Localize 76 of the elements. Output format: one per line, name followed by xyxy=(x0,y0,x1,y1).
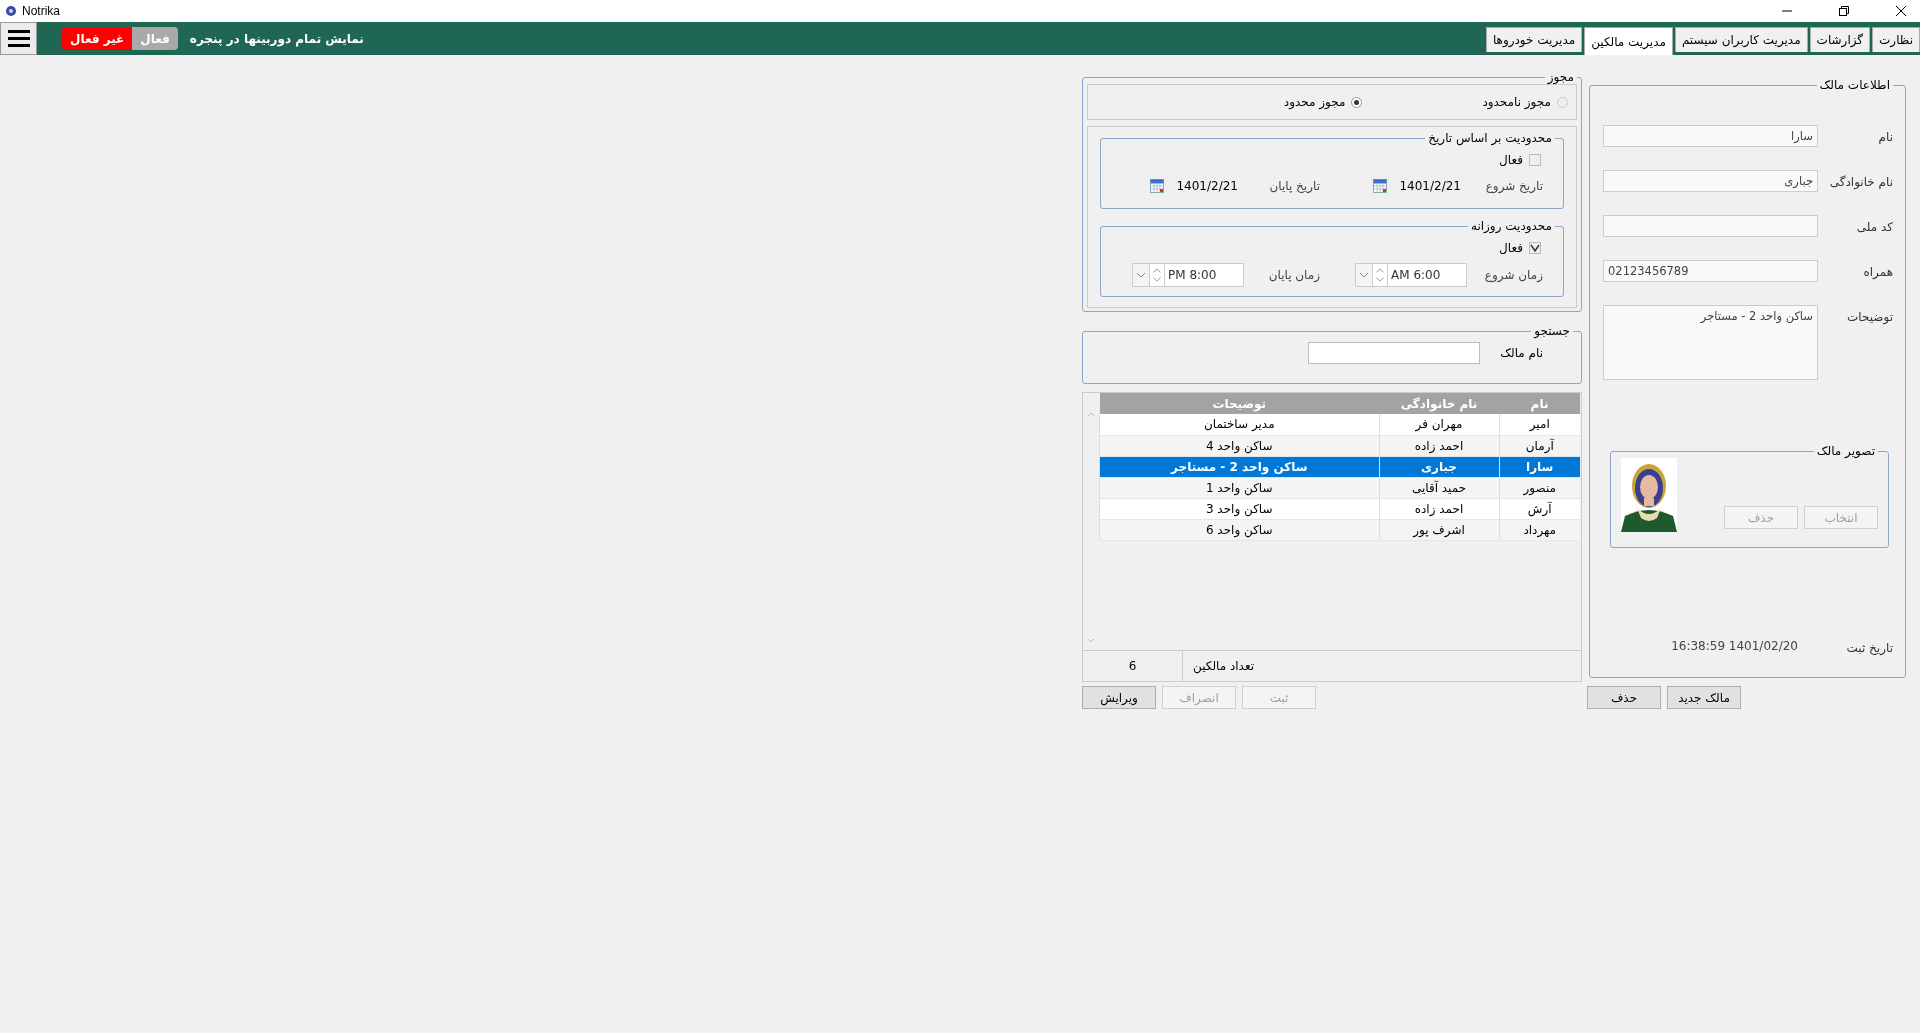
field-label: نام مالک xyxy=(1500,346,1543,360)
tab[interactable]: گزارشات xyxy=(1809,27,1871,52)
field-label: کد ملی xyxy=(1855,219,1893,234)
button[interactable]: حذف xyxy=(1587,686,1661,709)
table-cell: جباری xyxy=(1379,456,1499,477)
toolbar-label: نمایش تمام دوربینها در پنجره xyxy=(189,31,364,46)
option-label: مجوز محدود xyxy=(1283,95,1346,109)
app-icon xyxy=(6,6,16,16)
input-field[interactable] xyxy=(1603,215,1818,237)
table-cell: منصور xyxy=(1499,477,1580,498)
button[interactable]: ویرایش xyxy=(1082,686,1156,709)
field-label: تاریخ پایان xyxy=(1268,179,1320,193)
text-area[interactable]: ساکن واحد 2 - مستاجر xyxy=(1603,305,1818,380)
field-label: نام xyxy=(1877,129,1893,144)
input-field[interactable]: سارا xyxy=(1603,125,1818,147)
checkbox[interactable] xyxy=(1529,242,1541,254)
field-label: تاریخ ثبت xyxy=(1845,640,1893,655)
group-title: محدودیت بر اساس تاریخ xyxy=(1427,131,1553,145)
tab[interactable]: مدیریت مالکین xyxy=(1584,27,1673,55)
panel-title: اطلاعات مالک xyxy=(1818,78,1891,92)
table-cell: ساکن واحد 6 xyxy=(1099,519,1379,540)
table-cell: امیر xyxy=(1499,414,1580,435)
table-cell: ساکن واحد 3 xyxy=(1099,498,1379,519)
table-cell: سارا xyxy=(1499,456,1580,477)
table-cell: مهرداد xyxy=(1499,519,1580,540)
window-title: Notrika xyxy=(22,4,60,18)
calendar-icon[interactable] xyxy=(1373,179,1388,193)
close-icon[interactable] xyxy=(1896,6,1906,16)
checkbox[interactable] xyxy=(1529,154,1541,166)
calendar-icon[interactable] xyxy=(1150,179,1165,193)
table-cell: مدیر ساختمان xyxy=(1099,414,1379,435)
field-label: همراه xyxy=(1862,264,1893,279)
option-label: مجوز نامحدود xyxy=(1482,95,1551,109)
table-cell: ساکن واحد 2 - مستاجر xyxy=(1099,456,1379,477)
count-value: 6 xyxy=(1083,651,1183,681)
dropdown-icon[interactable] xyxy=(1356,264,1372,286)
field-label: توضیحات xyxy=(1845,309,1893,324)
table-cell: ساکن واحد 1 xyxy=(1099,477,1379,498)
restore-icon[interactable] xyxy=(1839,6,1849,16)
scroll-up-icon[interactable] xyxy=(1087,411,1095,417)
checkbox-label: فعال xyxy=(1499,153,1523,167)
radio-button[interactable] xyxy=(1351,96,1363,108)
table-cell: احمد زاده xyxy=(1379,435,1499,456)
field-label: نام خانوادگی xyxy=(1828,174,1893,189)
tab[interactable]: مدیریت کاربران سیستم xyxy=(1674,27,1808,52)
table-cell: آرش xyxy=(1499,498,1580,519)
dropdown-icon[interactable] xyxy=(1133,264,1149,286)
footer-label: تعداد مالکین xyxy=(1192,659,1256,673)
field-label: زمان پایان xyxy=(1267,268,1320,282)
input-field[interactable]: جباری xyxy=(1603,170,1818,192)
menu-button[interactable] xyxy=(0,22,37,55)
table-cell: حمید آقایی xyxy=(1379,477,1499,498)
timestamp: 16:38:59 1401/02/20 xyxy=(1671,638,1798,653)
table-cell: ساکن واحد 4 xyxy=(1099,435,1379,456)
group-title: تصویر مالک xyxy=(1815,444,1876,458)
table-cell: مهران فر xyxy=(1379,414,1499,435)
button[interactable]: مالک جدید xyxy=(1667,686,1741,709)
group-title: جستجو xyxy=(1532,324,1571,338)
menu-icon xyxy=(7,30,30,47)
table-cell: آرمان xyxy=(1499,435,1580,456)
field-label: تاریخ شروع xyxy=(1484,179,1543,193)
table-cell: احمد زاده xyxy=(1379,498,1499,519)
scroll-down-icon[interactable] xyxy=(1087,638,1095,644)
radio-button[interactable] xyxy=(1557,96,1568,108)
group-title: محدودیت روزانه xyxy=(1469,219,1553,233)
checkbox-label: فعال xyxy=(1499,241,1523,255)
search-field[interactable] xyxy=(1308,342,1481,364)
tab[interactable]: مدیریت خودروها xyxy=(1485,27,1583,52)
field-label: زمان شروع xyxy=(1483,268,1543,282)
input-field[interactable]: 02123456789 xyxy=(1603,260,1818,282)
table-cell: اشرف پور xyxy=(1379,519,1499,540)
toggle-option[interactable]: غیر فعال xyxy=(62,27,133,50)
time-picker[interactable]: AM 6:00 xyxy=(1355,263,1467,287)
tab[interactable]: نظارت xyxy=(1872,27,1920,52)
panel-title: مجوز xyxy=(1546,70,1575,84)
time-picker[interactable]: PM 8:00 xyxy=(1132,263,1244,287)
